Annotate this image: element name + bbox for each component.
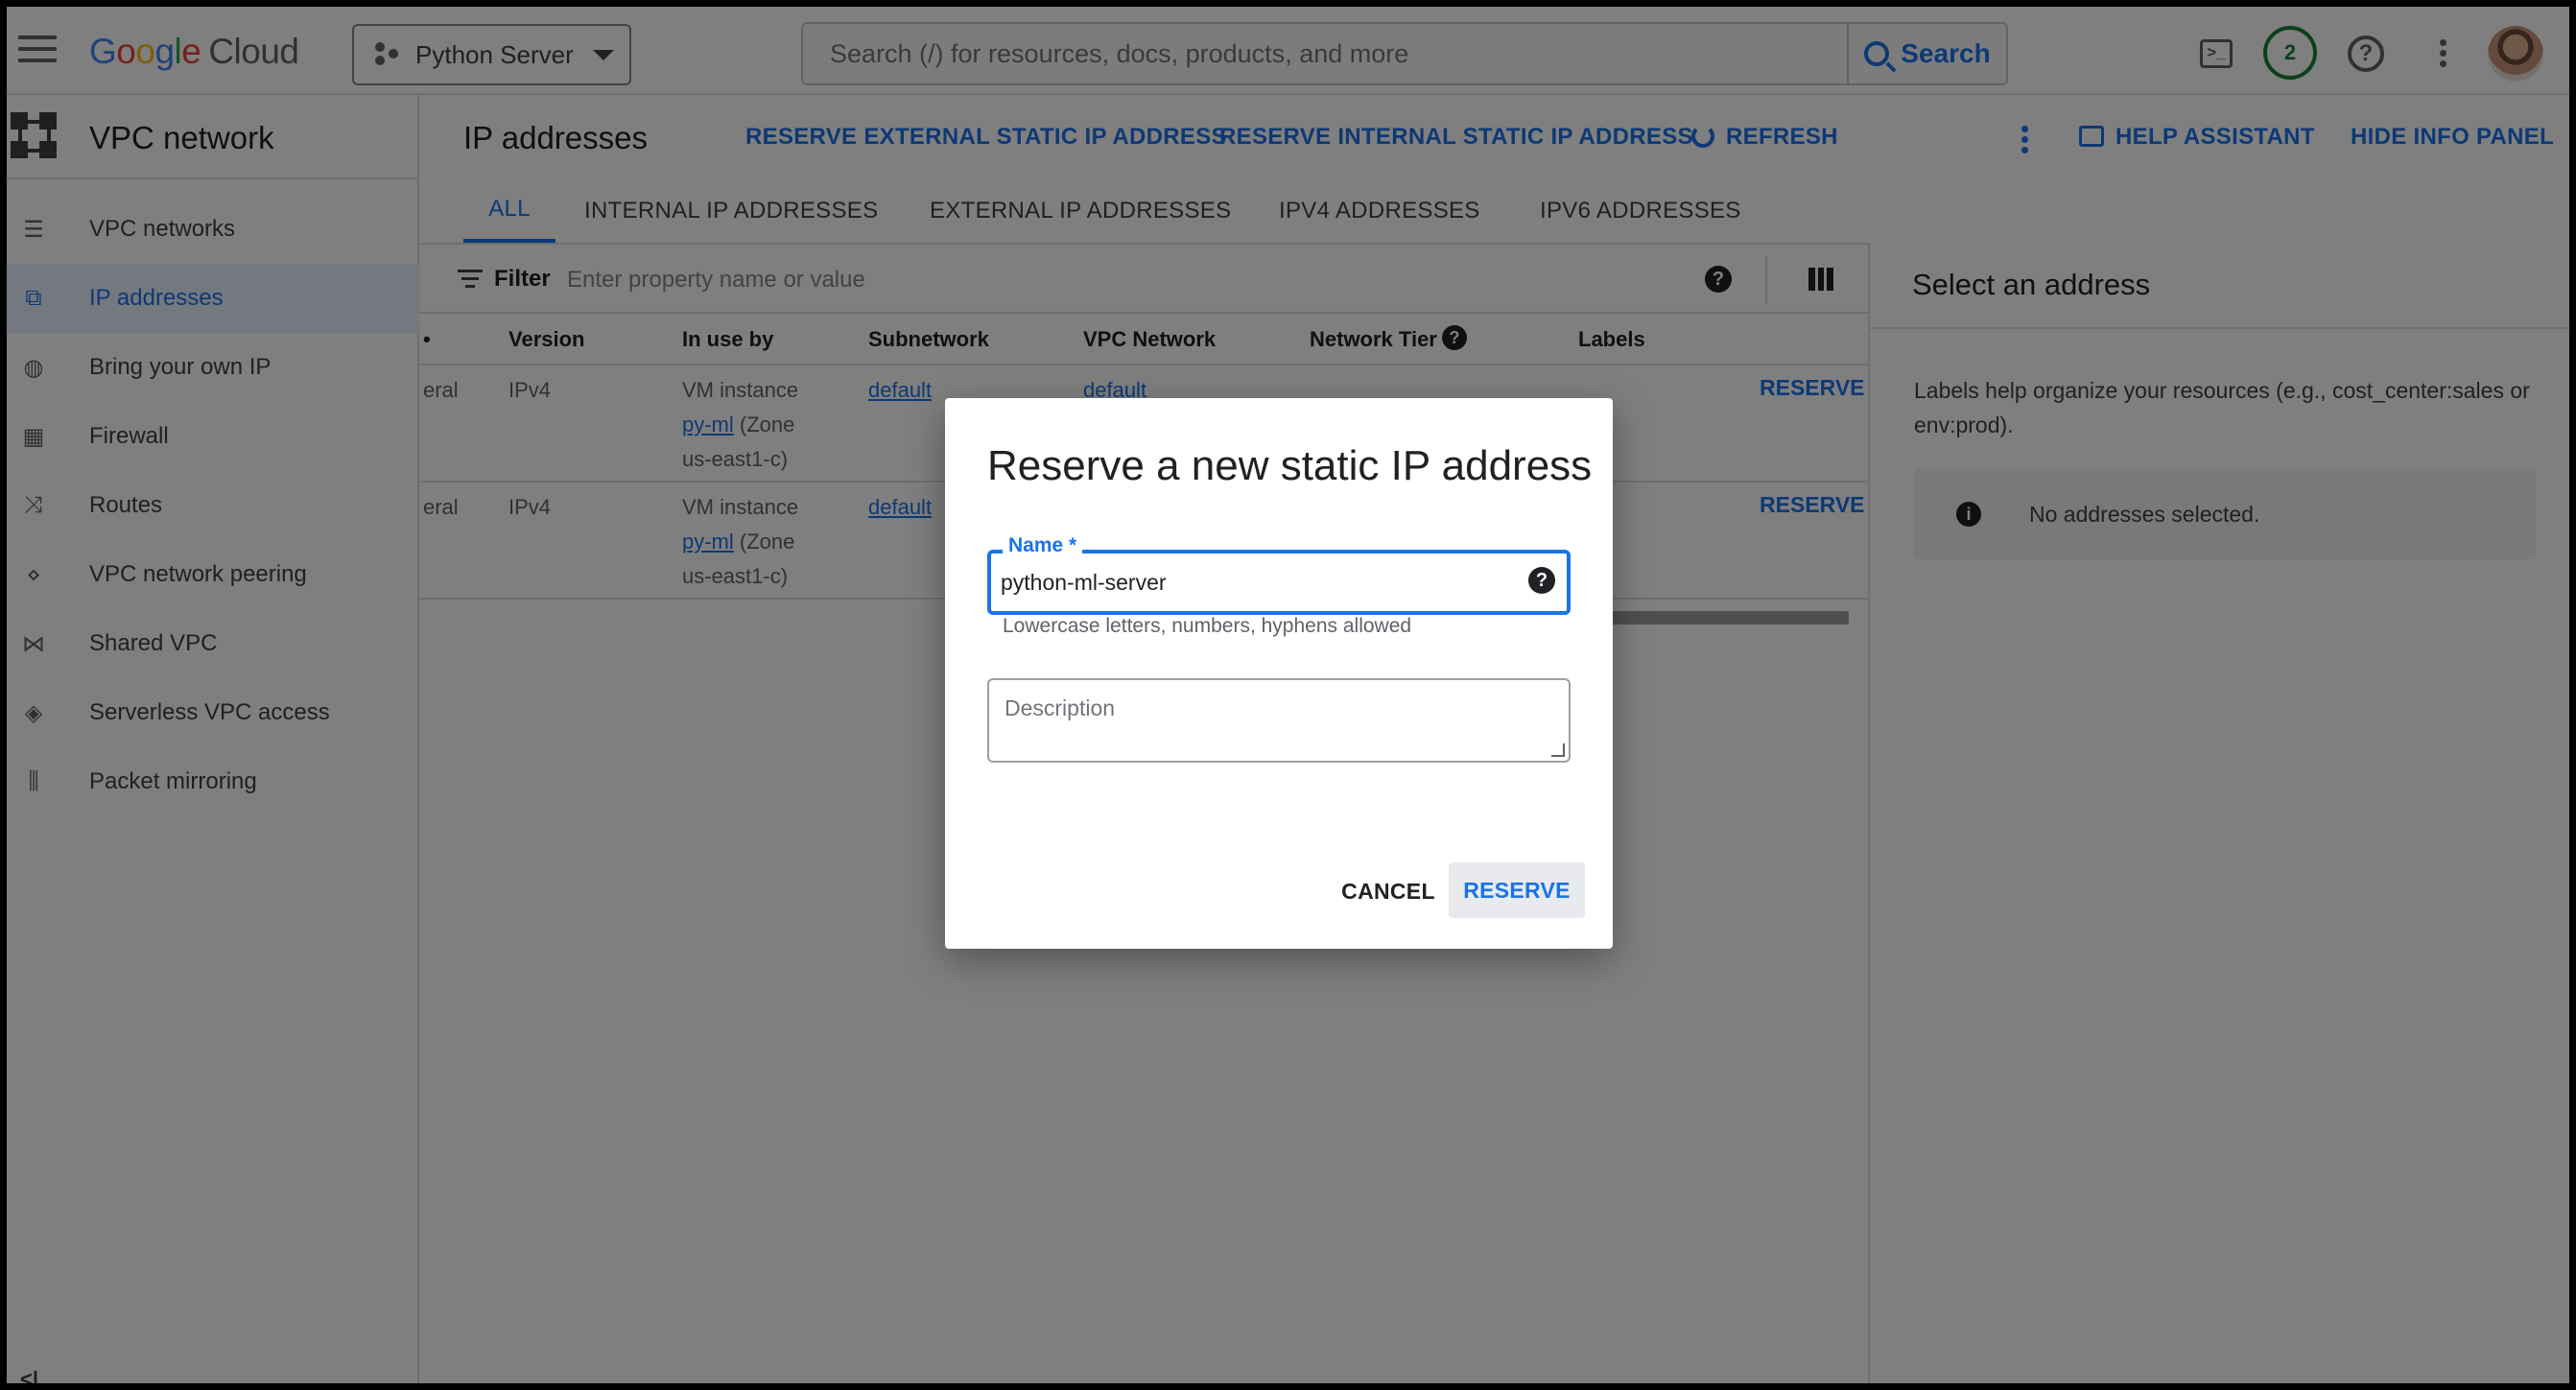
name-help-icon[interactable]: ? [1528,567,1555,594]
reserve-button[interactable]: RESERVE [1449,862,1585,918]
app-frame: GoogleCloud Python Server Search >_ 2 ? … [0,0,2576,1390]
reserve-ip-dialog: Reserve a new static IP address Name * ?… [945,398,1613,949]
name-input[interactable] [1001,559,1519,605]
cancel-button[interactable]: CANCEL [1317,864,1459,918]
resize-handle-icon[interactable] [1551,743,1565,757]
description-input[interactable] [989,680,1569,761]
name-field-label: Name * [1003,534,1083,557]
name-field-hint: Lowercase letters, numbers, hyphens allo… [1003,615,1412,637]
name-field: Name * ? [987,534,1571,615]
dialog-title: Reserve a new static IP address [987,442,1593,489]
description-field [987,678,1571,763]
